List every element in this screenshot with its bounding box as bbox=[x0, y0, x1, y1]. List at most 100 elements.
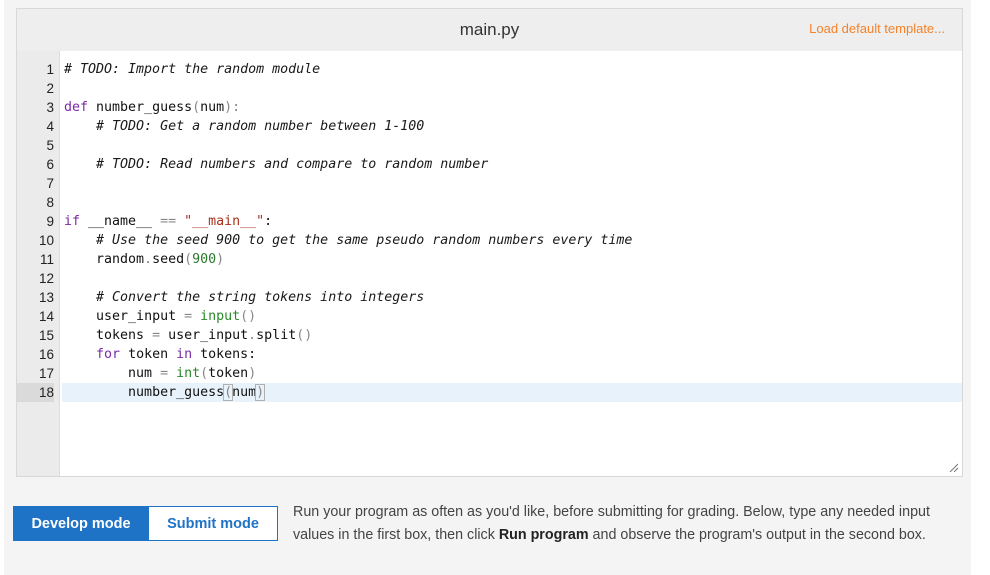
line-number: 5 bbox=[46, 138, 54, 153]
resize-handle-icon[interactable] bbox=[949, 463, 958, 472]
code-line[interactable]: 4 # TODO: Get a random number between 1-… bbox=[17, 117, 962, 136]
code-token: user_input bbox=[96, 309, 185, 324]
code-token: ) bbox=[216, 252, 225, 267]
line-number: 9 bbox=[46, 214, 54, 229]
code-token: . bbox=[144, 252, 153, 267]
code-text[interactable] bbox=[62, 269, 962, 288]
code-text[interactable]: # TODO: Get a random number between 1-10… bbox=[62, 117, 962, 136]
line-number: 1 bbox=[46, 62, 54, 77]
code-line[interactable]: 8 bbox=[17, 193, 962, 212]
code-text[interactable]: if __name__ == "__main__": bbox=[62, 212, 962, 231]
code-text[interactable] bbox=[62, 174, 962, 193]
code-text[interactable]: # Use the seed 900 to get the same pseud… bbox=[62, 231, 962, 250]
code-token: () bbox=[240, 309, 257, 324]
code-text[interactable]: # TODO: Import the random module bbox=[62, 60, 962, 79]
mode-toggle: Develop mode Submit mode bbox=[13, 506, 278, 541]
run-instructions: Run your program as often as you'd like,… bbox=[293, 501, 961, 547]
code-token: if bbox=[64, 214, 81, 229]
instructions-text-2: and observe the program's output in the … bbox=[588, 527, 926, 543]
code-line[interactable]: 10 # Use the seed 900 to get the same ps… bbox=[17, 231, 962, 250]
line-number: 15 bbox=[38, 328, 54, 343]
code-token: num bbox=[128, 366, 161, 381]
code-area[interactable]: 1 # TODO: Import the random module 2 3 def n… bbox=[17, 60, 962, 476]
code-token: = bbox=[160, 366, 169, 381]
code-token: () bbox=[296, 328, 313, 343]
code-token: tokens: bbox=[192, 347, 257, 362]
code-token: # TODO: Read numbers and compare to rand… bbox=[96, 157, 489, 172]
line-number: 16 bbox=[38, 347, 54, 362]
line-number: 10 bbox=[38, 233, 54, 248]
code-text[interactable]: tokens = user_input.split() bbox=[62, 326, 962, 345]
code-token: ): bbox=[224, 100, 241, 115]
code-line[interactable]: 18 number_guess(num) bbox=[17, 383, 962, 402]
code-token: # Use the seed 900 to get the same pseud… bbox=[96, 233, 633, 248]
code-line[interactable]: 16 for token in tokens: bbox=[17, 345, 962, 364]
code-token: # TODO: Import the random module bbox=[64, 62, 321, 77]
code-token: ) bbox=[255, 384, 266, 401]
lab-panel: main.py Load default template... 1 # TODO… bbox=[4, 0, 971, 575]
code-line[interactable]: 1 # TODO: Import the random module bbox=[17, 60, 962, 79]
code-token: = bbox=[184, 309, 193, 324]
code-text[interactable]: user_input = input() bbox=[62, 307, 962, 326]
code-token: ) bbox=[248, 366, 257, 381]
load-default-template-link[interactable]: Load default template... bbox=[809, 21, 945, 36]
code-token: number_guess bbox=[128, 385, 225, 400]
line-number: 17 bbox=[38, 366, 54, 381]
code-text[interactable]: random.seed(900) bbox=[62, 250, 962, 269]
code-token: : bbox=[264, 214, 273, 229]
code-text[interactable] bbox=[62, 193, 962, 212]
code-text[interactable]: # TODO: Read numbers and compare to rand… bbox=[62, 155, 962, 174]
code-line[interactable]: 9 if __name__ == "__main__": bbox=[17, 212, 962, 231]
develop-mode-button[interactable]: Develop mode bbox=[13, 506, 149, 541]
code-line[interactable]: 5 bbox=[17, 136, 962, 155]
code-token: split bbox=[256, 328, 297, 343]
code-line[interactable]: 12 bbox=[17, 269, 962, 288]
line-number: 14 bbox=[38, 309, 54, 324]
code-token: ( bbox=[184, 252, 193, 267]
line-number: 3 bbox=[46, 100, 54, 115]
code-text[interactable] bbox=[62, 79, 962, 98]
code-token: == bbox=[160, 214, 177, 229]
code-token: # Convert the string tokens into integer… bbox=[96, 290, 425, 305]
code-text[interactable]: num = int(token) bbox=[62, 364, 962, 383]
code-token: ( bbox=[223, 384, 234, 401]
code-token: 900 bbox=[192, 252, 217, 267]
submit-mode-button[interactable]: Submit mode bbox=[149, 506, 278, 541]
line-number: 2 bbox=[46, 81, 54, 96]
code-text[interactable]: for token in tokens: bbox=[62, 345, 962, 364]
code-token: user_input bbox=[160, 328, 249, 343]
code-token: token bbox=[120, 347, 177, 362]
code-text[interactable]: # Convert the string tokens into integer… bbox=[62, 288, 962, 307]
code-line[interactable]: 13 # Convert the string tokens into inte… bbox=[17, 288, 962, 307]
code-text[interactable] bbox=[62, 136, 962, 155]
code-text[interactable]: number_guess(num) bbox=[62, 383, 962, 402]
code-token: __name__ bbox=[80, 214, 161, 229]
code-text[interactable]: def number_guess(num): bbox=[62, 98, 962, 117]
code-line[interactable]: 11 random.seed(900) bbox=[17, 250, 962, 269]
code-line[interactable]: 6 # TODO: Read numbers and compare to ra… bbox=[17, 155, 962, 174]
code-token: . bbox=[248, 328, 257, 343]
line-number: 4 bbox=[46, 119, 54, 134]
code-token: number_guess bbox=[88, 100, 193, 115]
code-line[interactable]: 15 tokens = user_input.split() bbox=[17, 326, 962, 345]
code-line[interactable]: 3 def number_guess(num): bbox=[17, 98, 962, 117]
code-editor[interactable]: main.py Load default template... 1 # TODO… bbox=[16, 8, 963, 477]
code-line[interactable]: 17 num = int(token) bbox=[17, 364, 962, 383]
code-line[interactable]: 2 bbox=[17, 79, 962, 98]
line-number: 12 bbox=[38, 271, 54, 286]
code-line[interactable]: 14 user_input = input() bbox=[17, 307, 962, 326]
code-token: for bbox=[96, 347, 121, 362]
line-number: 8 bbox=[46, 195, 54, 210]
line-number: 11 bbox=[39, 252, 54, 267]
code-token: token bbox=[208, 366, 249, 381]
code-token: int bbox=[176, 366, 201, 381]
code-token: def bbox=[64, 100, 89, 115]
code-line[interactable]: 7 bbox=[17, 174, 962, 193]
